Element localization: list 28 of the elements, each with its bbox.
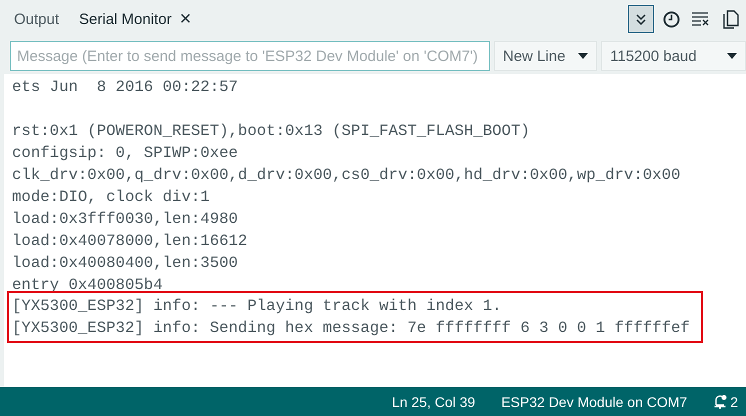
caret-icon <box>727 53 737 59</box>
board-status[interactable]: ESP32 Dev Module on COM7 <box>501 394 688 410</box>
log-line: load:0x40080400,len:3500 <box>12 253 239 274</box>
log-line: load:0x3fff0030,len:4980 <box>12 209 239 230</box>
log-line: rst:0x1 (POWERON_RESET),boot:0x13 (SPI_FAST_FLASH_BOOT) <box>12 121 531 142</box>
baud-rate-dropdown[interactable]: 115200 baud <box>601 41 746 71</box>
log-line: ets Jun 8 2016 00:22:57 <box>12 77 239 98</box>
double-chevron-icon <box>636 14 646 24</box>
message-field[interactable]: Message (Enter to send message to 'ESP32 Dev Module' on 'COM7') <box>10 41 490 71</box>
clear-list-icon <box>692 12 710 26</box>
cursor-position[interactable]: Ln 25, Col 39 <box>392 394 476 410</box>
log-line: mode:DIO, clock div:1 <box>12 187 211 208</box>
log-line: [YX5300_ESP32] info: --- Playing track with index 1. <box>12 296 503 317</box>
notifications-button[interactable]: 2 <box>713 394 738 410</box>
log-line: configsip: 0, SPIWP:0xee <box>12 143 239 164</box>
autoscroll-button[interactable] <box>628 5 654 33</box>
tab[interactable]: Serial Monitor × <box>71 4 200 34</box>
close-icon[interactable]: × <box>180 12 192 26</box>
clock-icon <box>662 10 680 28</box>
caret-icon <box>578 53 588 59</box>
log-line: clk_drv:0x00,q_drv:0x00,d_drv:0x00,cs0_drv:0x00,hd_drv:0x00,wp_drv:0x00 <box>12 165 682 186</box>
line-ending-dropdown[interactable]: New Line <box>494 41 598 71</box>
log-line: [YX5300_ESP32] info: Sending hex message: 7e ffffffff 6 3 0 0 1 ffffffef <box>12 318 691 339</box>
bell-icon <box>713 394 728 409</box>
copy-icon <box>723 10 739 28</box>
tab[interactable]: Output <box>6 4 68 34</box>
log-line: entry 0x400805b4 <box>12 275 164 296</box>
log-line: load:0x40078000,len:16612 <box>12 231 248 252</box>
